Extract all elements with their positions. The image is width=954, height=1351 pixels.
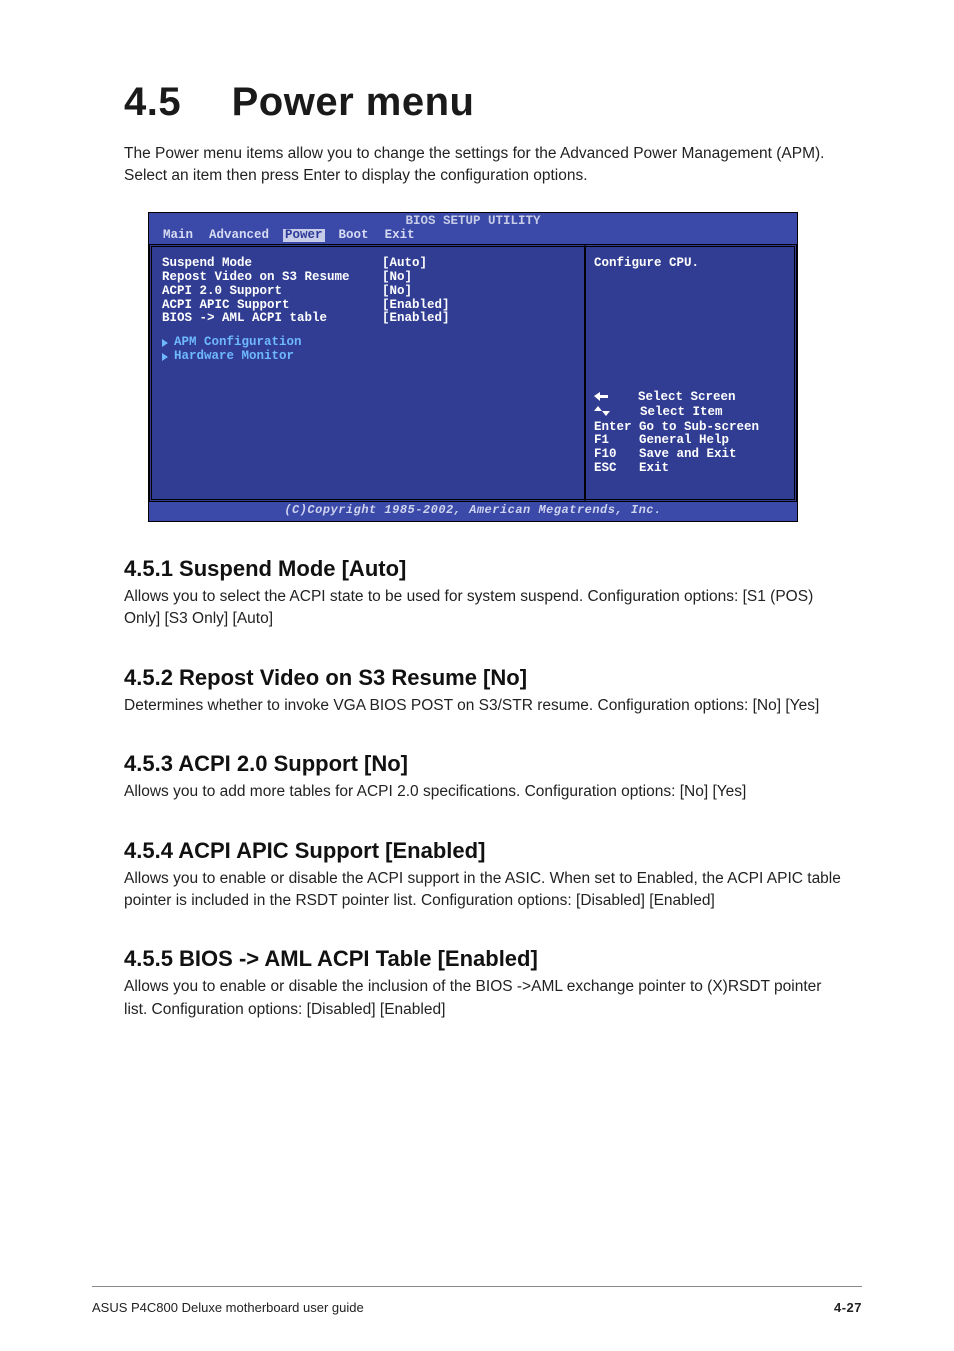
page-footer: ASUS P4C800 Deluxe motherboard user guid…: [92, 1300, 862, 1315]
bios-option-label: ACPI APIC Support: [162, 299, 382, 313]
bios-row[interactable]: ACPI APIC Support [Enabled]: [162, 299, 574, 313]
bios-row[interactable]: Repost Video on S3 Resume [No]: [162, 271, 574, 285]
bios-screenshot: BIOS SETUP UTILITY Main Advanced Power B…: [148, 212, 798, 522]
section-heading: 4.5.2 Repost Video on S3 Resume [No]: [124, 665, 862, 691]
section-heading: 4.5.4 ACPI APIC Support [Enabled]: [124, 838, 862, 864]
footer-left: ASUS P4C800 Deluxe motherboard user guid…: [92, 1300, 364, 1315]
bios-option-value: [Enabled]: [382, 299, 450, 313]
intro-paragraph: The Power menu items allow you to change…: [124, 143, 834, 188]
triangle-icon: [162, 353, 168, 361]
bios-option-label: Suspend Mode: [162, 257, 382, 271]
section-desc: Allows you to enable or disable the ACPI…: [124, 868, 844, 913]
nav-row: F1 General Help: [594, 433, 729, 447]
bios-option-value: [Auto]: [382, 257, 427, 271]
bios-submenu[interactable]: Hardware Monitor: [162, 350, 574, 364]
bios-option-label: Repost Video on S3 Resume: [162, 271, 382, 285]
arrow-left-icon: [594, 392, 608, 406]
tab-exit[interactable]: Exit: [383, 229, 417, 243]
bios-tabs: Main Advanced Power Boot Exit: [149, 229, 797, 245]
nav-row: F10 Save and Exit: [594, 447, 737, 461]
bios-submenu-label: APM Configuration: [174, 336, 302, 350]
bios-help-nav: Select Screen Select Item Enter Go to Su…: [594, 377, 786, 489]
heading-title: Power menu: [232, 80, 475, 124]
section-heading: 4.5.3 ACPI 2.0 Support [No]: [124, 751, 862, 777]
nav-row: Select Item: [594, 405, 723, 419]
bios-option-label: BIOS -> AML ACPI table: [162, 312, 382, 326]
bios-option-label: ACPI 2.0 Support: [162, 285, 382, 299]
bios-option-value: [No]: [382, 285, 412, 299]
bios-option-value: [Enabled]: [382, 312, 450, 326]
section-desc: Allows you to select the ACPI state to b…: [124, 586, 844, 631]
footer-rule: [92, 1286, 862, 1287]
section-desc: Allows you to add more tables for ACPI 2…: [124, 781, 844, 803]
bios-help-text: Configure CPU.: [594, 257, 786, 377]
bios-footer: (C)Copyright 1985-2002, American Megatre…: [149, 502, 797, 520]
nav-row: Select Screen: [594, 390, 736, 404]
page-heading: 4.5 Power menu: [124, 80, 862, 125]
tab-advanced[interactable]: Advanced: [207, 229, 271, 243]
bios-help-pane: Configure CPU. Select Screen Select Item…: [585, 244, 797, 502]
arrow-updown-icon: [594, 406, 610, 421]
bios-row[interactable]: ACPI 2.0 Support [No]: [162, 285, 574, 299]
bios-submenu-label: Hardware Monitor: [174, 350, 294, 364]
section-desc: Allows you to enable or disable the incl…: [124, 976, 844, 1021]
bios-option-value: [No]: [382, 271, 412, 285]
bios-row[interactable]: BIOS -> AML ACPI table [Enabled]: [162, 312, 574, 326]
footer-right: 4-27: [834, 1300, 862, 1315]
nav-row: Enter Go to Sub-screen: [594, 420, 759, 434]
tab-power[interactable]: Power: [283, 229, 325, 243]
section-heading: 4.5.1 Suspend Mode [Auto]: [124, 556, 862, 582]
section-desc: Determines whether to invoke VGA BIOS PO…: [124, 695, 844, 717]
section-heading: 4.5.5 BIOS -> AML ACPI Table [Enabled]: [124, 946, 862, 972]
bios-submenu[interactable]: APM Configuration: [162, 336, 574, 350]
page: 4.5 Power menu The Power menu items allo…: [0, 0, 954, 1351]
bios-title: BIOS SETUP UTILITY: [149, 213, 797, 229]
bios-body: Suspend Mode [Auto] Repost Video on S3 R…: [149, 244, 797, 502]
heading-number: 4.5: [124, 80, 220, 125]
nav-row: ESC Exit: [594, 461, 669, 475]
bios-row[interactable]: Suspend Mode [Auto]: [162, 257, 574, 271]
triangle-icon: [162, 339, 168, 347]
tab-boot[interactable]: Boot: [337, 229, 371, 243]
tab-main[interactable]: Main: [161, 229, 195, 243]
bios-left-pane: Suspend Mode [Auto] Repost Video on S3 R…: [149, 244, 585, 502]
